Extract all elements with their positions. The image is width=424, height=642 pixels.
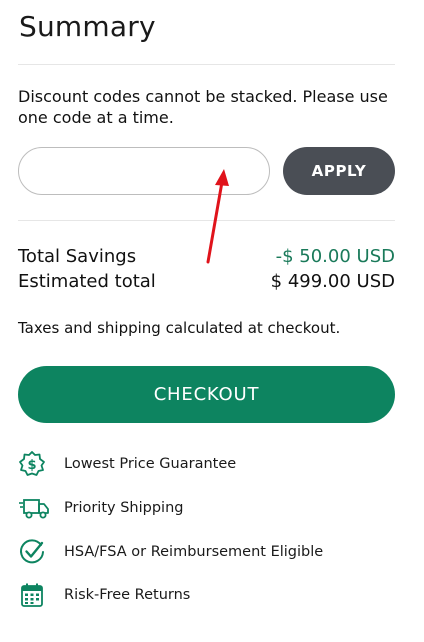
perk-label: Lowest Price Guarantee — [64, 456, 237, 472]
perk-label: Risk-Free Returns — [64, 587, 191, 603]
svg-text:$: $ — [27, 458, 36, 473]
perk-lowest-price: $ Lowest Price Guarantee — [18, 450, 236, 478]
perk-priority-shipping: Priority Shipping — [18, 494, 183, 522]
delivery-truck-icon — [18, 494, 50, 522]
estimated-total-value: $ 499.00 USD — [270, 271, 395, 292]
total-savings-value: -$ 50.00 USD — [275, 246, 395, 267]
tax-note: Taxes and shipping calculated at checkou… — [18, 319, 341, 337]
divider-top — [18, 64, 395, 65]
total-savings-row: Total Savings -$ 50.00 USD — [18, 245, 395, 269]
total-savings-label: Total Savings — [18, 246, 137, 267]
check-circle-icon — [18, 538, 50, 566]
discount-code-input[interactable] — [18, 147, 270, 195]
perk-label: HSA/FSA or Reimbursement Eligible — [64, 544, 324, 560]
divider-middle — [18, 220, 395, 221]
estimated-total-label: Estimated total — [18, 271, 156, 292]
dollar-badge-icon: $ — [18, 450, 50, 478]
estimated-total-row: Estimated total $ 499.00 USD — [18, 270, 395, 294]
apply-button[interactable]: APPLY — [283, 147, 395, 195]
perk-hsa-fsa: HSA/FSA or Reimbursement Eligible — [18, 538, 323, 566]
perk-risk-free-returns: Risk-Free Returns — [18, 581, 190, 609]
checkout-button[interactable]: CHECKOUT — [18, 366, 395, 423]
discount-notice: Discount codes cannot be stacked. Please… — [18, 87, 388, 127]
summary-title: Summary — [19, 10, 156, 43]
calendar-icon — [18, 581, 50, 609]
perk-label: Priority Shipping — [64, 500, 184, 516]
